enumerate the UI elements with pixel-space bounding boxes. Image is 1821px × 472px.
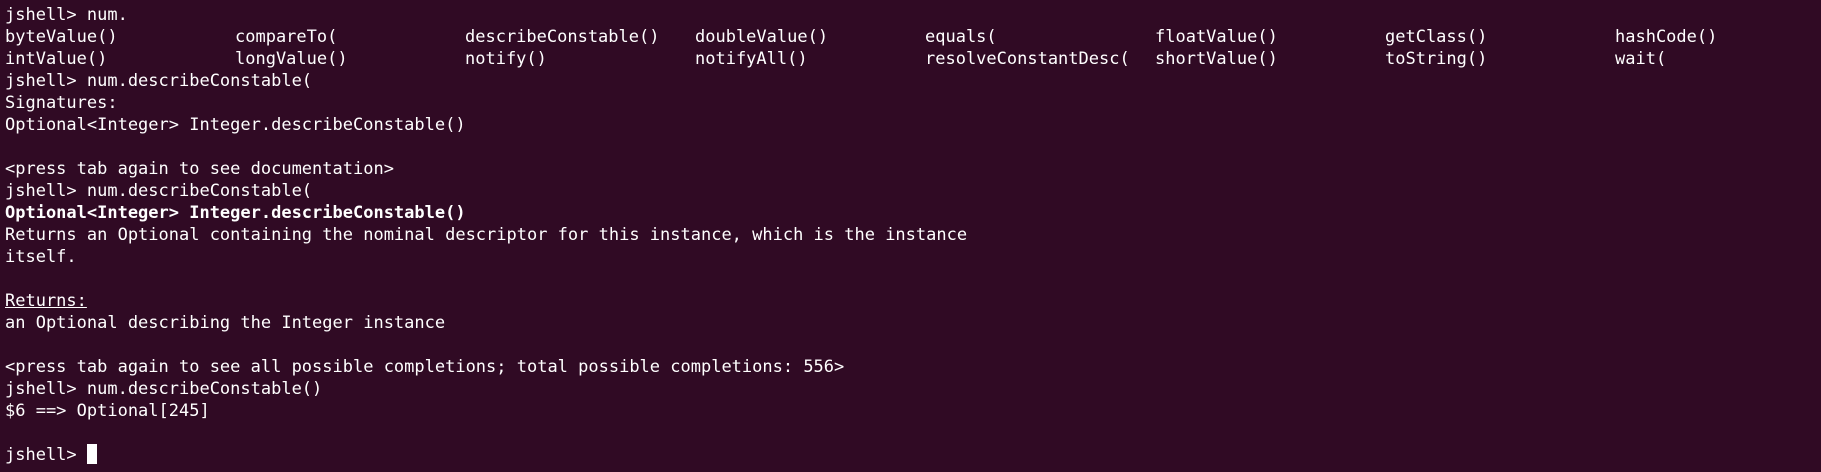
completion-item: resolveConstantDesc( <box>925 49 1130 69</box>
active-prompt: jshell> <box>5 445 87 465</box>
doc-text: Returns an Optional containing the nomin… <box>5 225 968 245</box>
prompt-line: jshell> num. <box>5 5 128 25</box>
completion-item: equals( <box>925 27 997 47</box>
returns-label: Returns: <box>5 291 87 311</box>
completion-item: compareTo( <box>235 27 338 47</box>
completion-item: floatValue() <box>1155 27 1278 47</box>
completion-item: getClass() <box>1385 27 1488 47</box>
prompt-line: jshell> num.describeConstable( <box>5 71 313 91</box>
terminal-window[interactable]: jshell> num. byteValue() compareTo( desc… <box>0 0 1821 472</box>
returns-text: an Optional describing the Integer insta… <box>5 313 446 333</box>
doc-signature: Optional<Integer> Integer.describeConsta… <box>5 203 466 223</box>
completion-item: toString() <box>1385 49 1488 69</box>
prompt-line: jshell> num.describeConstable() <box>5 379 323 399</box>
cursor-block <box>86 444 97 464</box>
terminal-output: jshell> num. byteValue() compareTo( desc… <box>5 4 1821 466</box>
completion-item: longValue() <box>235 49 348 69</box>
completions-row-2: intValue() longValue() notify() notifyAl… <box>5 48 1821 70</box>
doc-text: itself. <box>5 247 77 267</box>
completion-item: describeConstable() <box>465 27 660 47</box>
active-prompt-line[interactable]: jshell> <box>5 444 1821 466</box>
hint-text: <press tab again to see all possible com… <box>5 357 845 377</box>
completion-item: hashCode() <box>1615 27 1718 47</box>
completion-item: doubleValue() <box>695 27 829 47</box>
completion-item: notifyAll() <box>695 49 808 69</box>
hint-text: <press tab again to see documentation> <box>5 159 394 179</box>
signature-text: Optional<Integer> Integer.describeConsta… <box>5 115 466 135</box>
completion-item: shortValue() <box>1155 49 1278 69</box>
result-text: $6 ==> Optional[245] <box>5 401 210 421</box>
completion-item: intValue() <box>5 49 108 69</box>
completions-row-1: byteValue() compareTo( describeConstable… <box>5 26 1821 48</box>
prompt-line: jshell> num.describeConstable( <box>5 181 313 201</box>
returns-label-line: Returns: <box>5 290 1821 312</box>
completion-item: byteValue() <box>5 27 118 47</box>
completion-item: notify() <box>465 49 547 69</box>
completion-item: wait( <box>1615 49 1667 69</box>
signatures-label: Signatures: <box>5 93 118 113</box>
